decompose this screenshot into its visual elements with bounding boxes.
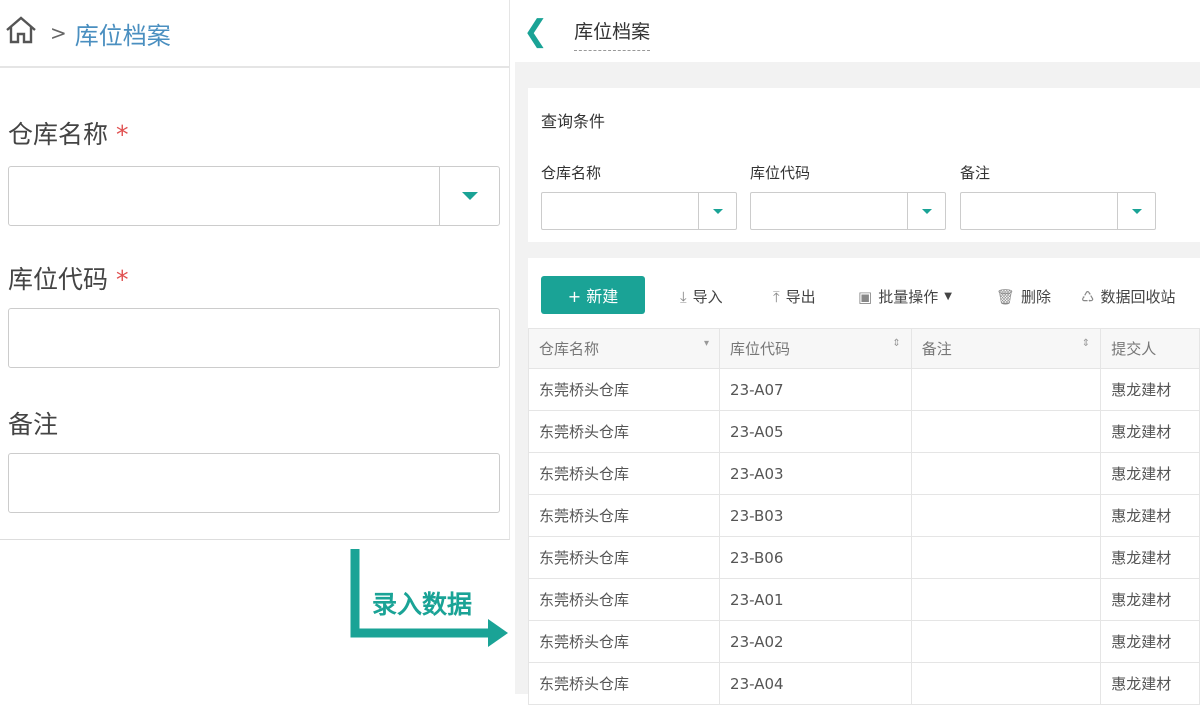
annotation-label: 录入数据: [372, 590, 473, 619]
query-title: 查询条件: [541, 112, 606, 131]
table-row[interactable]: 东莞桥头仓库 23-A07 惠龙建材: [527, 368, 1200, 411]
page-title: 库位档案: [574, 17, 651, 51]
warehouse-name-select[interactable]: [8, 166, 500, 226]
column-header[interactable]: 库位代码 ⇕: [719, 328, 912, 369]
table-cell: [910, 494, 1102, 537]
table-cell: 东莞桥头仓库: [527, 368, 721, 411]
table-cell: 23-A01: [719, 578, 912, 621]
chevron-down-icon[interactable]: [1117, 193, 1155, 229]
table-cell: 23-B06: [719, 536, 912, 579]
export-button[interactable]: ⤒ 导出: [773, 286, 816, 307]
table-row[interactable]: 东莞桥头仓库 23-A02 惠龙建材: [527, 620, 1200, 663]
table-cell: 惠龙建材: [1100, 452, 1200, 495]
desktop-panel: ❮ 库位档案 查询条件 仓库名称 库位代码 备注 + 新建 ⤓ 导入 ⤒ 导出 ▣ 批…: [515, 0, 1200, 705]
home-icon[interactable]: [4, 15, 38, 51]
back-icon[interactable]: ❮: [523, 14, 548, 49]
table-cell: 惠龙建材: [1100, 620, 1200, 663]
table-cell: 东莞桥头仓库: [527, 536, 721, 579]
table-cell: 东莞桥头仓库: [527, 494, 721, 537]
table-cell: 东莞桥头仓库: [527, 578, 721, 621]
filter-label: 备注: [960, 164, 991, 182]
data-table: 仓库名称 ▾ 库位代码 ⇕ 备注 ⇕ 提交人 东莞桥头仓库 23-A07 惠龙建材 东莞桥头…: [527, 328, 1200, 705]
chevron-right-icon: >: [50, 21, 67, 45]
table-cell: [910, 536, 1102, 579]
column-header[interactable]: 备注 ⇕: [910, 328, 1102, 369]
warehouse-name-label: 仓库名称 *: [8, 120, 129, 149]
table-cell: 惠龙建材: [1100, 662, 1200, 705]
table-row[interactable]: 东莞桥头仓库 23-A05 惠龙建材: [527, 410, 1200, 453]
table-cell: 23-A04: [719, 662, 912, 705]
table-cell: 惠龙建材: [1100, 410, 1200, 453]
breadcrumb: > 库位档案: [0, 0, 509, 68]
column-header[interactable]: 仓库名称 ▾: [527, 328, 721, 369]
table-cell: [910, 368, 1102, 411]
table-cell: 23-A05: [719, 410, 912, 453]
remark-input[interactable]: [8, 453, 500, 513]
mobile-form-panel: > 库位档案 仓库名称 * 库位代码 * 备注: [0, 0, 510, 540]
table-cell: 东莞桥头仓库: [527, 662, 721, 705]
delete-button[interactable]: 🗑 删除: [996, 286, 1051, 307]
filter-label: 仓库名称: [541, 164, 602, 182]
new-button[interactable]: + 新建: [541, 276, 645, 314]
table-row[interactable]: 东莞桥头仓库 23-B06 惠龙建材: [527, 536, 1200, 579]
code-filter-select[interactable]: [750, 192, 946, 230]
table-row[interactable]: 东莞桥头仓库 23-B03 惠龙建材: [527, 494, 1200, 537]
remark-filter-select[interactable]: [960, 192, 1156, 230]
upload-icon: ⤒: [773, 287, 780, 306]
table-cell: 23-B03: [719, 494, 912, 537]
batch-button[interactable]: ▣ 批量操作 ▼: [858, 286, 952, 307]
table-cell: [910, 662, 1102, 705]
table-cell: 惠龙建材: [1100, 536, 1200, 579]
trash-icon: 🗑: [996, 287, 1016, 306]
table-cell: 23-A02: [719, 620, 912, 663]
location-code-input[interactable]: [8, 308, 500, 368]
table-cell: [910, 578, 1102, 621]
table-cell: 23-A07: [719, 368, 912, 411]
sort-icon[interactable]: ⇕: [892, 338, 900, 349]
sort-icon[interactable]: ▾: [704, 338, 709, 349]
table-cell: 惠龙建材: [1100, 368, 1200, 411]
table-card: + 新建 ⤓ 导入 ⤒ 导出 ▣ 批量操作 ▼ 🗑 删除 ♺ 数据回收站 仓库名称 ▾ 库位代…: [527, 258, 1200, 705]
location-code-label: 库位代码 *: [8, 265, 129, 294]
table-cell: 23-A03: [719, 452, 912, 495]
page-header: ❮ 库位档案: [515, 0, 1200, 62]
chevron-down-icon[interactable]: [439, 167, 499, 225]
warehouse-filter-select[interactable]: [541, 192, 737, 230]
column-header[interactable]: 提交人: [1100, 328, 1200, 369]
sort-icon[interactable]: ⇕: [1082, 338, 1090, 349]
table-row[interactable]: 东莞桥头仓库 23-A04 惠龙建材: [527, 662, 1200, 705]
query-card: 查询条件 仓库名称 库位代码 备注: [528, 88, 1200, 242]
recycle-bin-button[interactable]: ♺ 数据回收站: [1081, 286, 1175, 307]
table-cell: 东莞桥头仓库: [527, 410, 721, 453]
recycle-icon: ♺: [1081, 287, 1095, 306]
download-icon: ⤓: [680, 287, 687, 306]
table-row[interactable]: 东莞桥头仓库 23-A03 惠龙建材: [527, 452, 1200, 495]
table-cell: [910, 620, 1102, 663]
breadcrumb-current[interactable]: 库位档案: [75, 16, 171, 51]
table-cell: 惠龙建材: [1100, 494, 1200, 537]
chevron-down-icon[interactable]: [907, 193, 945, 229]
table-cell: [910, 410, 1102, 453]
table-cell: 惠龙建材: [1100, 578, 1200, 621]
import-button[interactable]: ⤓ 导入: [680, 286, 723, 307]
table-cell: 东莞桥头仓库: [527, 452, 721, 495]
table-row[interactable]: 东莞桥头仓库 23-A01 惠龙建材: [527, 578, 1200, 621]
filter-label: 库位代码: [750, 164, 811, 182]
remark-label: 备注: [8, 410, 59, 439]
table-cell: 东莞桥头仓库: [527, 620, 721, 663]
clipboard-icon: ▣: [858, 287, 873, 306]
chevron-down-icon[interactable]: [698, 193, 736, 229]
table-cell: [910, 452, 1102, 495]
